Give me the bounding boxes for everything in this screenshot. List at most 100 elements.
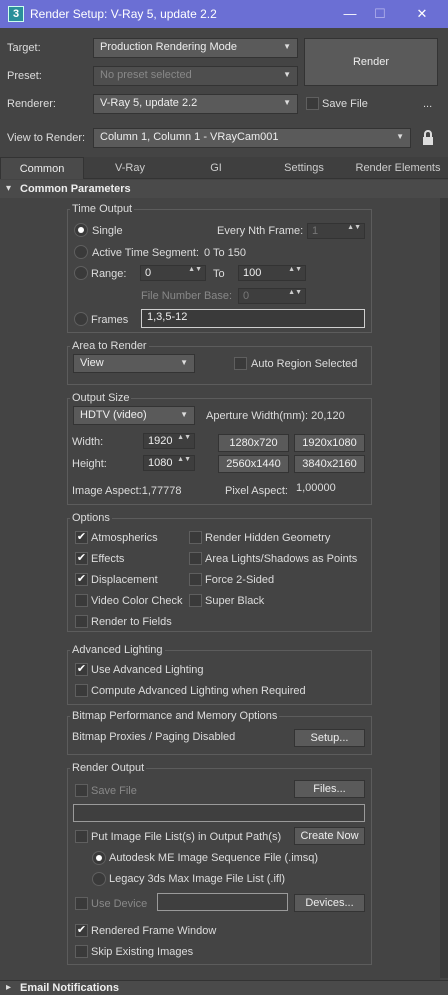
range-label: Range: <box>91 268 127 280</box>
spinner-arrows-icon: ▲▼ <box>188 266 202 273</box>
effects-checkbox[interactable]: ✔ <box>75 552 88 565</box>
single-label: Single <box>92 225 123 237</box>
devices-button[interactable]: Devices... <box>294 894 365 912</box>
range-radio[interactable] <box>74 266 88 280</box>
use-device-checkbox[interactable] <box>75 897 88 910</box>
area-mode-dropdown[interactable]: View ▼ <box>73 354 195 373</box>
preset-2560x1440-button[interactable]: 2560x1440 <box>218 455 289 473</box>
render-button[interactable]: Render <box>304 38 438 86</box>
file-number-base-spinner[interactable]: 0 ▲▼ <box>238 288 306 304</box>
width-spinner[interactable]: 1920 ▲▼ <box>143 433 195 449</box>
area-mode-value: View <box>80 357 104 369</box>
compute-advanced-lighting-checkbox[interactable] <box>75 684 88 697</box>
file-number-base-label: File Number Base: <box>141 290 233 302</box>
range-to-value: 100 <box>243 267 262 279</box>
output-preset-dropdown[interactable]: HDTV (video) ▼ <box>73 406 195 425</box>
render-output-title: Render Output <box>70 762 147 774</box>
email-notifications-title: Email Notifications <box>20 982 120 994</box>
chevron-down-icon: ▼ <box>283 42 291 51</box>
height-label: Height: <box>72 458 107 470</box>
legacy-ifl-radio[interactable] <box>92 872 106 886</box>
renderer-dropdown[interactable]: V-Ray 5, update 2.2 ▼ <box>93 94 298 114</box>
width-value: 1920 <box>148 435 173 447</box>
every-nth-label: Every Nth Frame: <box>217 225 304 237</box>
auto-region-checkbox[interactable] <box>234 357 247 370</box>
compute-advanced-lighting-label: Compute Advanced Lighting when Required <box>91 685 306 697</box>
atmospherics-checkbox[interactable]: ✔ <box>75 531 88 544</box>
render-hidden-checkbox[interactable] <box>189 531 202 544</box>
displacement-checkbox[interactable]: ✔ <box>75 573 88 586</box>
expand-icon: ▸ <box>6 982 12 993</box>
output-size-title: Output Size <box>70 392 132 404</box>
rendered-frame-window-checkbox[interactable]: ✔ <box>75 924 88 937</box>
autodesk-imsq-label: Autodesk ME Image Sequence File (.imsq) <box>109 852 319 864</box>
preset-label: Preset: <box>7 70 42 82</box>
aperture-width: Aperture Width(mm): 20,120 <box>206 410 345 422</box>
every-nth-spinner[interactable]: 1 ▲▼ <box>307 223 365 239</box>
frames-radio[interactable] <box>74 312 88 326</box>
skip-existing-images-label: Skip Existing Images <box>91 946 194 958</box>
bitmap-proxies-status: Bitmap Proxies / Paging Disabled <box>72 731 236 743</box>
preset-1920x1080-button[interactable]: 1920x1080 <box>294 434 365 452</box>
tab-render-elements[interactable]: Render Elements <box>350 157 446 179</box>
save-output-file-label: Save File <box>91 785 137 797</box>
target-label: Target: <box>7 42 41 54</box>
tab-settings[interactable]: Settings <box>262 157 346 179</box>
use-advanced-lighting-checkbox[interactable]: ✔ <box>75 663 88 676</box>
atmospherics-label: Atmospherics <box>91 532 158 544</box>
preset-3840x2160-button[interactable]: 3840x2160 <box>294 455 365 473</box>
device-field[interactable] <box>157 893 288 911</box>
lock-icon[interactable] <box>419 129 437 147</box>
autodesk-imsq-radio[interactable] <box>92 851 106 865</box>
advanced-lighting-title: Advanced Lighting <box>70 644 165 656</box>
renderer-value: V-Ray 5, update 2.2 <box>100 97 198 109</box>
pixel-aspect-value[interactable]: 1,00000 <box>296 482 336 494</box>
render-to-fields-checkbox[interactable] <box>75 615 88 628</box>
range-to-spinner[interactable]: 100 ▲▼ <box>238 265 306 281</box>
displacement-label: Displacement <box>91 574 158 586</box>
put-image-file-list-label: Put Image File List(s) in Output Path(s) <box>91 831 282 843</box>
chevron-down-icon: ▼ <box>283 70 291 79</box>
save-output-file-checkbox[interactable] <box>75 784 88 797</box>
range-from-spinner[interactable]: 0 ▲▼ <box>140 265 206 281</box>
active-segment-radio[interactable] <box>74 245 88 259</box>
maximize-button[interactable]: ☐ <box>366 4 394 24</box>
height-spinner[interactable]: 1080 ▲▼ <box>143 455 195 471</box>
preset-1280x720-button[interactable]: 1280x720 <box>218 434 289 452</box>
minimize-button[interactable]: — <box>336 4 364 24</box>
tab-common[interactable]: Common <box>0 157 84 179</box>
more-options-button[interactable]: ... <box>423 98 432 110</box>
active-segment-label: Active Time Segment: <box>92 247 199 259</box>
tab-gi[interactable]: GI <box>174 157 258 179</box>
view-to-render-label: View to Render: <box>7 132 86 144</box>
frames-input[interactable]: 1,3,5-12 <box>141 309 365 328</box>
scrollbar[interactable] <box>440 198 448 978</box>
chevron-down-icon: ▼ <box>180 410 188 419</box>
tab-vray[interactable]: V-Ray <box>88 157 172 179</box>
frames-label: Frames <box>91 314 129 326</box>
files-button[interactable]: Files... <box>294 780 365 798</box>
area-lights-checkbox[interactable] <box>189 552 202 565</box>
bitmap-setup-button[interactable]: Setup... <box>294 729 365 747</box>
output-path-field[interactable] <box>73 804 365 822</box>
use-advanced-lighting-label: Use Advanced Lighting <box>91 664 204 676</box>
super-black-checkbox[interactable] <box>189 594 202 607</box>
target-dropdown[interactable]: Production Rendering Mode ▼ <box>93 38 298 58</box>
renderer-label: Renderer: <box>7 98 56 110</box>
single-radio[interactable] <box>74 223 88 237</box>
area-to-render-title: Area to Render <box>70 340 149 352</box>
create-now-button[interactable]: Create Now <box>294 827 365 845</box>
view-to-render-dropdown[interactable]: Column 1, Column 1 - VRayCam001 ▼ <box>93 128 411 148</box>
video-color-check-checkbox[interactable] <box>75 594 88 607</box>
force-2-sided-checkbox[interactable] <box>189 573 202 586</box>
width-label: Width: <box>72 436 104 448</box>
skip-existing-images-checkbox[interactable] <box>75 945 88 958</box>
range-to-label: To <box>213 268 225 280</box>
active-segment-value: 0 To 150 <box>204 247 247 259</box>
put-image-file-list-checkbox[interactable] <box>75 830 88 843</box>
close-button[interactable]: ✕ <box>408 4 436 24</box>
spinner-arrows-icon: ▲▼ <box>347 224 361 231</box>
save-file-checkbox[interactable] <box>306 97 319 110</box>
every-nth-value: 1 <box>312 225 319 237</box>
preset-dropdown[interactable]: No preset selected ▼ <box>93 66 298 86</box>
